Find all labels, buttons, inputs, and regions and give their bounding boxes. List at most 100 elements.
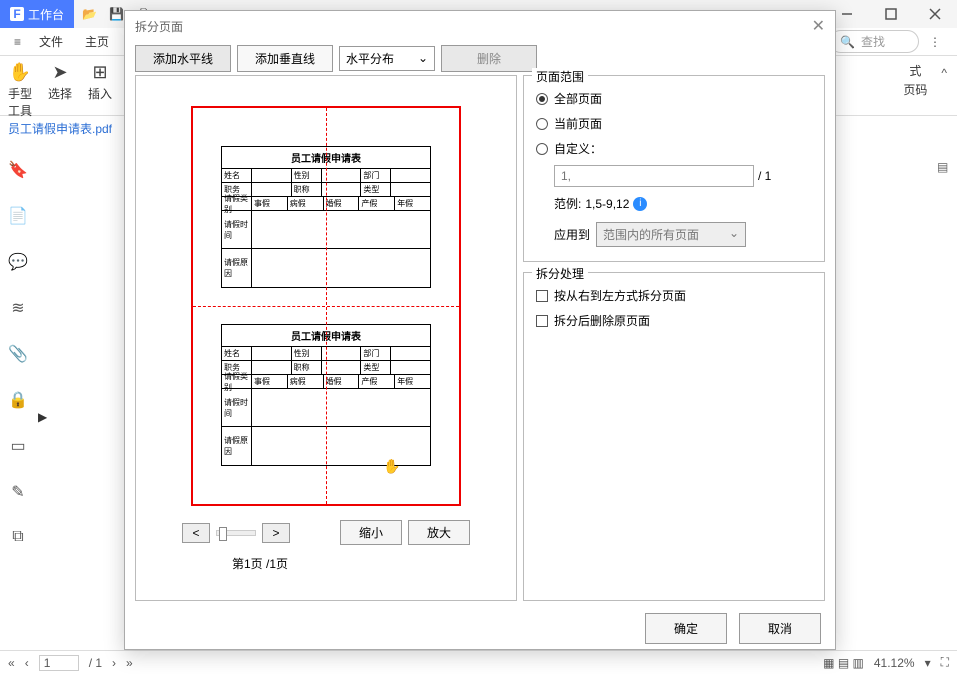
status-prev-icon[interactable]: ‹ — [25, 656, 29, 670]
style-button[interactable]: 式 页码 — [899, 60, 931, 100]
layout-select-value: 水平分布 — [346, 50, 394, 67]
check-del-label: 拆分后删除原页面 — [554, 312, 650, 329]
slider-thumb[interactable] — [219, 527, 227, 541]
open-icon[interactable]: 📂 — [82, 7, 97, 21]
add-horizontal-button[interactable]: 添加水平线 — [135, 45, 231, 72]
info-icon[interactable]: i — [633, 197, 647, 211]
ok-button[interactable]: 确定 — [645, 613, 727, 644]
comment-icon[interactable]: 💬 — [8, 252, 28, 272]
split-process-title: 拆分处理 — [532, 265, 588, 282]
signature-icon[interactable]: ✎ — [11, 482, 24, 502]
hand-icon: ✋ — [9, 62, 31, 83]
layout-select[interactable]: 水平分布 ⌄ — [339, 46, 435, 71]
checkbox-icon — [536, 290, 548, 302]
select-button[interactable]: ➤ 选择 — [44, 60, 76, 104]
sidebar-expand-icon[interactable]: ▶ — [38, 410, 47, 424]
status-last-icon[interactable]: » — [126, 656, 133, 670]
layers-icon[interactable]: ≋ — [11, 298, 24, 318]
hamburger-icon[interactable]: ≡ — [8, 35, 27, 49]
preview-slider[interactable] — [216, 530, 256, 536]
dialog-titlebar: 拆分页面 ✕ — [125, 11, 835, 41]
horizontal-split-line[interactable] — [193, 306, 459, 307]
save-icon[interactable]: 💾 — [109, 7, 124, 21]
chevron-down-icon: ⌄ — [729, 226, 739, 243]
hand-cursor-icon: ✋ — [383, 458, 400, 475]
add-vertical-button[interactable]: 添加垂直线 — [237, 45, 333, 72]
apply-to-row: 应用到 范围内的所有页面 ⌄ — [554, 222, 812, 247]
preview-page-label: 第1页 /1页 — [182, 555, 470, 572]
search-box[interactable]: 🔍 查找 — [829, 30, 919, 53]
maximize-button[interactable] — [869, 0, 913, 28]
radio-custom[interactable]: 自定义： — [536, 136, 812, 161]
copy-icon[interactable]: ⧉ — [12, 528, 23, 546]
side-toolbar: 🔖 📄 💬 ≋ 📎 🔒 ▭ ✎ ⧉ — [0, 160, 36, 546]
right-panel-icon[interactable]: ▤ — [937, 160, 957, 174]
ribbon-collapse-icon[interactable]: ^ — [935, 60, 953, 86]
preview-prev-button[interactable]: < — [182, 523, 210, 543]
insert-label: 插入 — [88, 85, 112, 102]
apply-to-label: 应用到 — [554, 226, 590, 243]
bookmark-icon[interactable]: 🔖 — [8, 160, 28, 180]
preview-next-button[interactable]: > — [262, 523, 290, 543]
check-rtl-label: 按从右到左方式拆分页面 — [554, 287, 686, 304]
dialog-close-button[interactable]: ✕ — [812, 16, 825, 36]
status-page-total: / 1 — [89, 656, 102, 670]
cancel-button[interactable]: 取消 — [739, 613, 821, 644]
radio-custom-label: 自定义： — [554, 140, 602, 157]
style-label: 式 — [909, 62, 921, 79]
zoom-in-button[interactable]: 放大 — [408, 520, 470, 545]
status-view-icons[interactable]: ▦ ▤ ▥ — [823, 656, 864, 670]
attachment-icon[interactable]: 📎 — [8, 344, 28, 364]
menu-file[interactable]: 文件 — [29, 33, 73, 50]
chevron-down-icon: ⌄ — [418, 51, 428, 65]
menu-home[interactable]: 主页 — [75, 33, 119, 50]
custom-range-row: / 1 — [554, 165, 812, 187]
preview-controls: < > 缩小 放大 — [182, 520, 470, 545]
pages-icon[interactable]: 📄 — [8, 206, 28, 226]
workbench-tab[interactable]: F 工作台 — [0, 0, 74, 28]
split-process-group: 拆分处理 按从右到左方式拆分页面 拆分后删除原页面 — [523, 272, 825, 601]
search-placeholder: 查找 — [861, 33, 885, 50]
select-label: 选择 — [48, 85, 72, 102]
pagecode-label: 页码 — [903, 81, 927, 98]
radio-all-pages[interactable]: 全部页面 — [536, 86, 812, 111]
right-panel: ▤ — [937, 160, 957, 174]
check-rtl[interactable]: 按从右到左方式拆分页面 — [536, 283, 812, 308]
status-zoom-dropdown-icon[interactable]: ▾ — [925, 656, 931, 670]
apply-to-value: 范围内的所有页面 — [603, 226, 699, 243]
page-range-title: 页面范围 — [532, 68, 588, 85]
form-icon[interactable]: ▭ — [10, 436, 25, 456]
range-example: 范例: 1,5-9,12 i — [554, 191, 812, 216]
radio-current-label: 当前页面 — [554, 115, 602, 132]
menu-more-icon[interactable]: ⋮ — [921, 35, 949, 49]
cursor-icon: ➤ — [52, 62, 67, 83]
radio-current-page[interactable]: 当前页面 — [536, 111, 812, 136]
window-controls — [825, 0, 957, 28]
zoom-out-button[interactable]: 缩小 — [340, 520, 402, 545]
insert-icon: ⊞ — [92, 62, 107, 83]
hand-tool-button[interactable]: ✋ 手型 工具 — [4, 60, 36, 121]
dialog-title-text: 拆分页面 — [135, 18, 183, 35]
close-button[interactable] — [913, 0, 957, 28]
status-page-current[interactable]: 1 — [39, 655, 79, 671]
insert-button[interactable]: ⊞ 插入 — [84, 60, 116, 104]
status-next-icon[interactable]: › — [112, 656, 116, 670]
lock-icon[interactable]: 🔒 — [8, 390, 28, 410]
workbench-label: 工作台 — [28, 6, 64, 23]
dialog-footer: 确定 取消 — [125, 607, 835, 649]
radio-icon — [536, 143, 548, 155]
custom-range-input[interactable] — [554, 165, 754, 187]
delete-button[interactable]: 删除 — [441, 45, 537, 72]
apply-to-select[interactable]: 范围内的所有页面 ⌄ — [596, 222, 746, 247]
page-preview[interactable]: 员工请假申请表 姓名性别部门 职务职称类型 请假类别事假病假婚假产假年假 请假时… — [191, 106, 461, 506]
dialog-toolbar: 添加水平线 添加垂直线 水平分布 ⌄ 删除 — [125, 41, 835, 75]
status-zoom: 41.12% — [874, 656, 915, 670]
status-first-icon[interactable]: « — [8, 656, 15, 670]
check-delete-original[interactable]: 拆分后删除原页面 — [536, 308, 812, 333]
ribbon-right: 式 页码 ^ — [899, 60, 953, 100]
example-value: 1,5-9,12 — [585, 197, 629, 211]
hand-tool-label: 手型 工具 — [8, 85, 32, 119]
status-bar: « ‹ 1 / 1 › » ▦ ▤ ▥ 41.12% ▾ ⛶ — [0, 650, 957, 674]
status-fullscreen-icon[interactable]: ⛶ — [941, 655, 949, 670]
search-icon: 🔍 — [840, 35, 855, 49]
